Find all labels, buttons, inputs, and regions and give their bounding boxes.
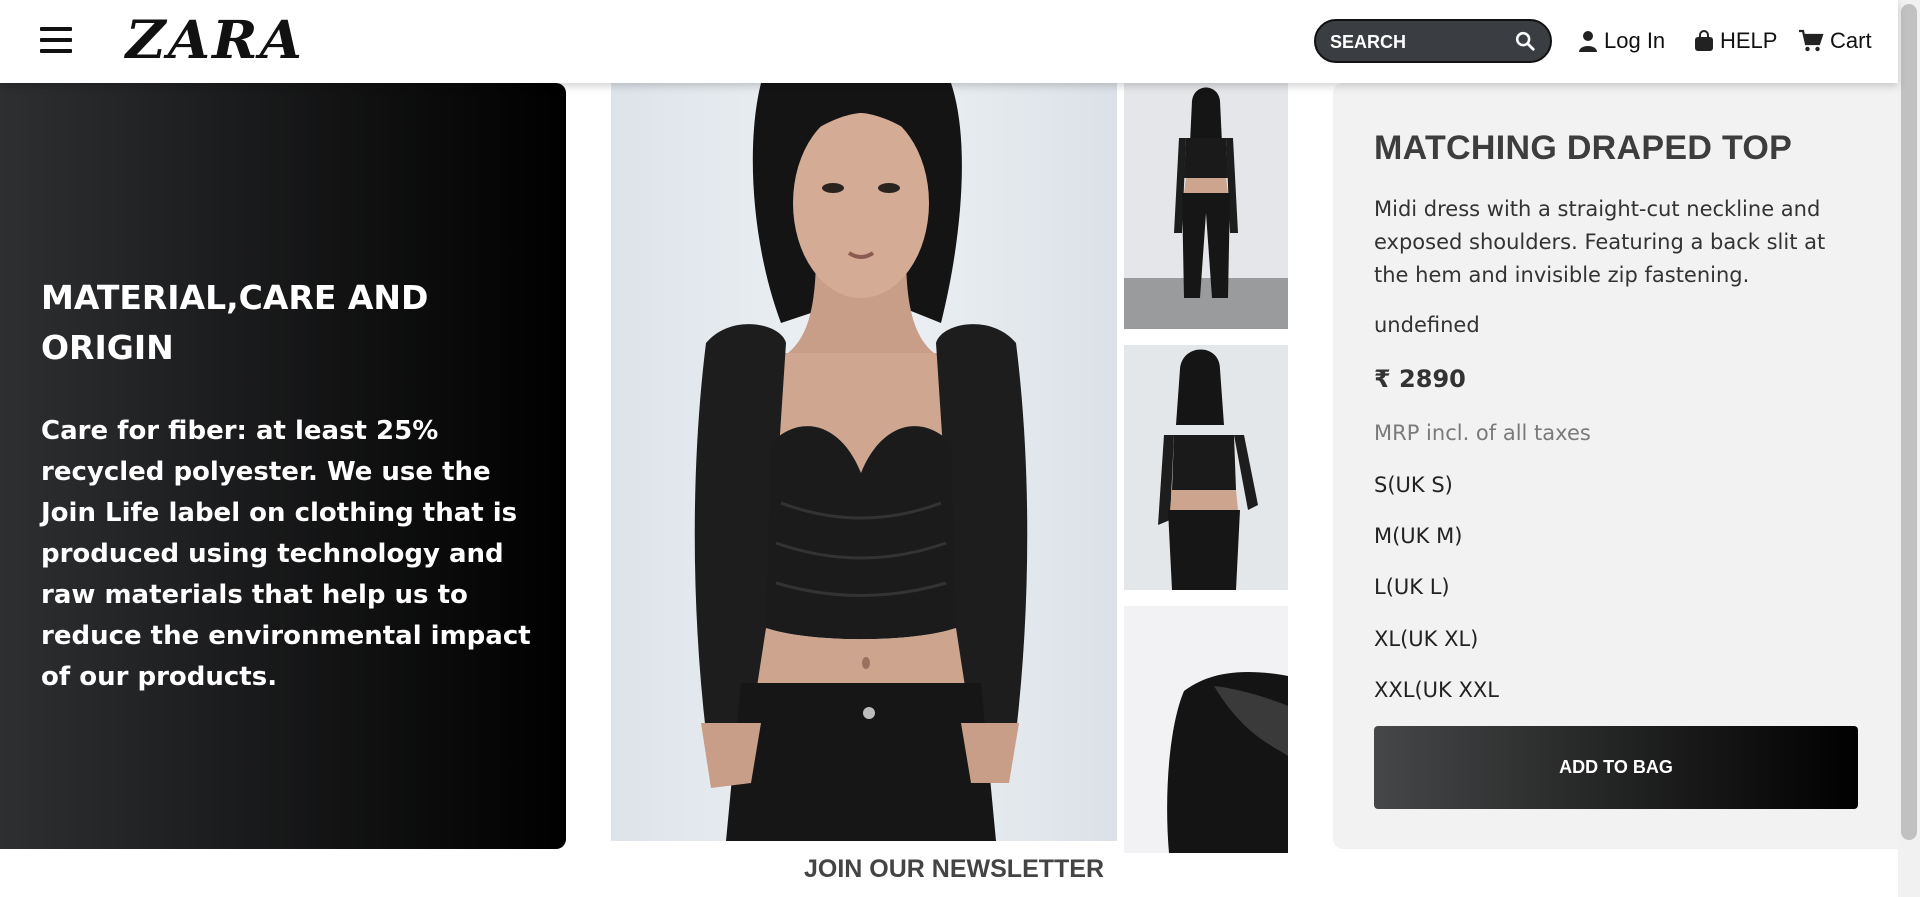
search-input[interactable] [1330, 29, 1510, 55]
product-note: undefined [1374, 313, 1480, 337]
help-link[interactable]: HELP [1694, 26, 1777, 56]
product-thumbnail[interactable] [1124, 606, 1288, 853]
size-option-m[interactable]: M(UK M) [1374, 524, 1462, 548]
search-icon[interactable] [1514, 30, 1536, 52]
product-main-image [611, 83, 1117, 841]
cart-link[interactable]: Cart [1798, 26, 1872, 56]
thumbnail-detail-figure [1124, 606, 1288, 853]
cart-icon [1799, 29, 1824, 52]
model-photo-figure [611, 83, 1117, 841]
material-heading: MATERIAL,CARE AND ORIGIN [41, 278, 429, 367]
product-thumbnail[interactable] [1124, 345, 1288, 590]
product-description: Midi dress with a straight-cut neckline … [1374, 197, 1826, 287]
top-navbar: ZARA Log In HELP Cart [0, 0, 1898, 83]
product-price: ₹ 2890 [1374, 365, 1466, 393]
add-to-bag-button[interactable]: ADD TO BAG [1374, 726, 1858, 809]
newsletter-heading: JOIN OUR NEWSLETTER [804, 855, 1105, 883]
vertical-scrollbar[interactable] [1898, 0, 1920, 897]
zara-logo[interactable]: ZARA [126, 10, 304, 71]
thumbnail-pose-figure [1124, 345, 1288, 590]
size-option-xl[interactable]: XL(UK XL) [1374, 627, 1478, 651]
cart-label: Cart [1830, 28, 1872, 53]
scrollbar-thumb[interactable] [1901, 4, 1917, 840]
material-care-panel: MATERIAL,CARE AND ORIGIN Care for fiber:… [0, 83, 566, 849]
product-details-panel: MATCHING DRAPED TOP Midi dress with a st… [1333, 83, 1898, 849]
hamburger-menu-icon[interactable] [40, 27, 72, 55]
product-title: MATCHING DRAPED TOP [1374, 129, 1793, 167]
product-thumbnail[interactable] [1124, 83, 1288, 329]
login-label: Log In [1604, 28, 1666, 53]
size-option-xxl[interactable]: XXL(UK XXL [1374, 678, 1499, 702]
search-bar [1314, 19, 1552, 63]
user-icon [1579, 31, 1597, 52]
thumbnail-full-body-figure [1124, 83, 1288, 329]
mrp-note: MRP incl. of all taxes [1374, 421, 1591, 445]
material-description: Care for fiber: at least 25% recycled po… [41, 416, 531, 692]
help-label: HELP [1720, 28, 1778, 53]
size-option-l[interactable]: L(UK L) [1374, 575, 1450, 599]
shopping-bag-icon [1695, 30, 1713, 51]
size-option-s[interactable]: S(UK S) [1374, 473, 1453, 497]
login-link[interactable]: Log In [1578, 26, 1665, 56]
